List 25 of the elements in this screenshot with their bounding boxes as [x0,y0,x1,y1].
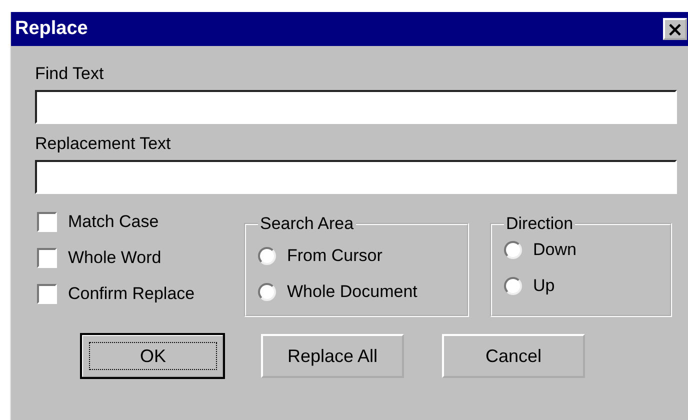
window-title: Replace [15,18,88,40]
checkbox-label: Whole Word [68,248,162,268]
dialog-button[interactable]: OK [81,334,224,378]
field-label: Find Text [35,64,105,84]
group-title: Search Area [259,214,355,234]
checkbox[interactable] [37,284,57,304]
close-button[interactable]: × [663,18,687,40]
radio-button[interactable] [258,247,276,265]
radio-button[interactable] [504,241,522,259]
input-field[interactable] [35,90,677,124]
checkbox[interactable] [37,248,57,268]
dialog-button[interactable]: Replace All [261,334,404,378]
checkbox-label: Match Case [68,212,159,232]
radio-label: Up [533,276,555,296]
dialog-button[interactable]: Cancel [442,334,585,378]
radio-label: From Cursor [287,246,382,266]
input-field[interactable] [35,160,677,194]
radio-label: Whole Document [287,282,418,302]
radio-button[interactable] [258,283,276,301]
radio-button[interactable] [504,277,522,295]
checkbox-label: Confirm Replace [68,284,195,304]
field-label: Replacement Text [35,134,172,154]
checkbox[interactable] [37,212,57,232]
group-title: Direction [505,214,574,234]
radio-label: Down [533,240,576,260]
